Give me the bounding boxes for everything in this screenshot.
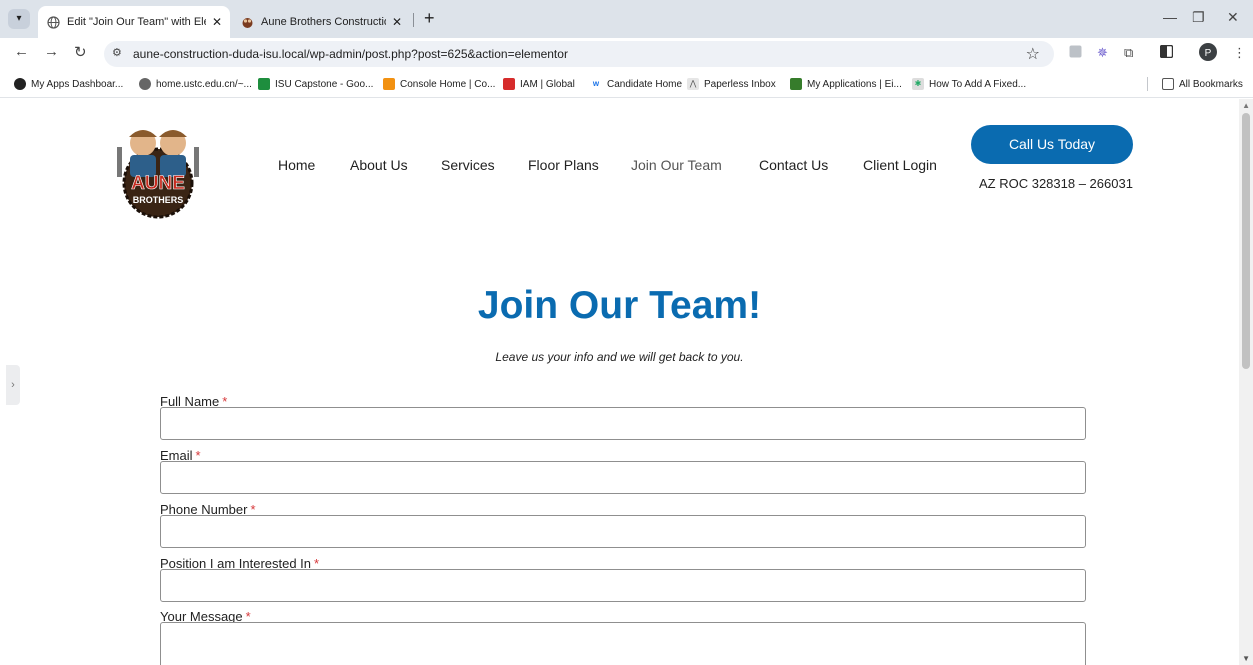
scroll-thumb[interactable] [1242,113,1250,369]
tab-aune-brothers[interactable]: Aune Brothers Construction ✕ [232,6,410,38]
side-panel-icon[interactable] [1159,44,1174,61]
bookmark-item[interactable]: ⋀ Paperless Inbox [687,78,776,90]
tab-edit-join-our-team[interactable]: Edit "Join Our Team" with Eleme ✕ [38,6,230,38]
nav-about-us[interactable]: About Us [350,157,408,173]
position-input[interactable] [160,569,1086,602]
phone-number-input[interactable] [160,515,1086,548]
tab-title: Edit "Join Our Team" with Eleme [67,16,206,28]
bookmark-divider [1147,77,1148,91]
deer-icon [790,78,802,90]
restore-icon[interactable]: ❐ [1192,9,1205,26]
circle-icon [14,78,26,90]
bookmark-star-icon[interactable]: ☆ [1026,44,1040,64]
bookmark-item[interactable]: My Apps Dashboar... [14,78,123,90]
tab-close-icon[interactable]: ✕ [392,15,402,29]
forward-arrow-right-icon[interactable]: → [44,43,59,60]
nav-services[interactable]: Services [441,157,495,173]
browser-toolbar: ← → ↻ ⚙ aune-construction-duda-isu.local… [0,38,1253,70]
nav-contact-us[interactable]: Contact Us [759,157,828,173]
full-name-input[interactable] [160,407,1086,440]
page-subtitle: Leave us your info and we will get back … [495,350,744,364]
minimize-icon[interactable]: — [1163,9,1177,25]
page-scrollbar[interactable]: ▲ ▼ [1239,99,1253,665]
nav-floor-plans[interactable]: Floor Plans [528,157,599,173]
site-info-icon[interactable]: ⚙ [112,46,122,59]
tab-close-icon[interactable]: ✕ [212,15,222,29]
scroll-up-icon[interactable]: ▲ [1242,101,1250,110]
message-textarea[interactable] [160,622,1086,665]
bookmark-item[interactable]: w Candidate Home [590,78,682,90]
browser-tab-strip: ▾ Edit "Join Our Team" with Eleme ✕ Aune… [0,0,1253,38]
call-us-today-button[interactable]: Call Us Today [971,125,1133,164]
bookmarks-bar: My Apps Dashboar... home.ustc.edu.cn/~..… [0,70,1253,98]
bookmark-item[interactable]: ISU Capstone - Goo... [258,78,373,90]
bookmark-item[interactable]: Console Home | Co... [383,78,495,90]
w-icon: w [590,78,602,90]
nav-home[interactable]: Home [278,157,315,173]
bookmark-item[interactable]: ✱ How To Add A Fixed... [912,78,1026,90]
iam-icon [503,78,515,90]
back-arrow-left-icon[interactable]: ← [14,43,29,60]
tab-title: Aune Brothers Construction [261,16,386,28]
tab-divider [413,13,414,27]
svg-text:BROTHERS: BROTHERS [133,195,184,205]
profile-avatar[interactable]: P [1199,43,1217,64]
reload-icon[interactable]: ↻ [74,43,87,61]
bookmark-item[interactable]: home.ustc.edu.cn/~... [139,78,252,90]
menu-kebab-icon[interactable]: ⋮ [1233,45,1246,61]
svg-text:P: P [1205,48,1212,59]
folder-icon [1162,78,1174,90]
cube-icon [383,78,395,90]
url-text[interactable]: aune-construction-duda-isu.local/wp-admi… [133,47,568,61]
globe-icon [46,15,60,29]
nav-client-login[interactable]: Client Login [863,157,937,173]
paperless-icon: ⋀ [687,78,699,90]
scroll-down-icon[interactable]: ▼ [1242,654,1250,663]
close-window-icon[interactable]: ✕ [1227,9,1239,26]
license-number: AZ ROC 328318 – 266031 [979,176,1133,191]
bookmark-item[interactable]: IAM | Global [503,78,575,90]
extension-flower-icon[interactable]: ✵ [1097,45,1108,61]
all-bookmarks-button[interactable]: All Bookmarks [1162,78,1243,90]
page-title: Join Our Team! [477,284,762,327]
extension-grey-icon[interactable] [1069,45,1082,61]
page-viewport: › AUNE BROTHERS Home About Us Services F… [0,99,1253,665]
globe-icon [139,78,151,90]
extensions-puzzle-icon[interactable]: ⧉ [1124,45,1133,61]
elementor-panel-toggle[interactable]: › [6,365,20,405]
new-tab-button[interactable]: + [424,8,435,29]
site-logo[interactable]: AUNE BROTHERS [112,117,204,221]
grid-icon: ✱ [912,78,924,90]
site-favicon-icon [240,15,254,29]
email-input[interactable] [160,461,1086,494]
address-bar[interactable]: ⚙ aune-construction-duda-isu.local/wp-ad… [104,41,1054,67]
drive-icon [258,78,270,90]
nav-join-our-team[interactable]: Join Our Team [631,157,722,173]
svg-text:AUNE: AUNE [131,173,185,194]
bookmark-item[interactable]: My Applications | Ei... [790,78,902,90]
tab-search-chevron-down-icon[interactable]: ▾ [8,9,30,29]
